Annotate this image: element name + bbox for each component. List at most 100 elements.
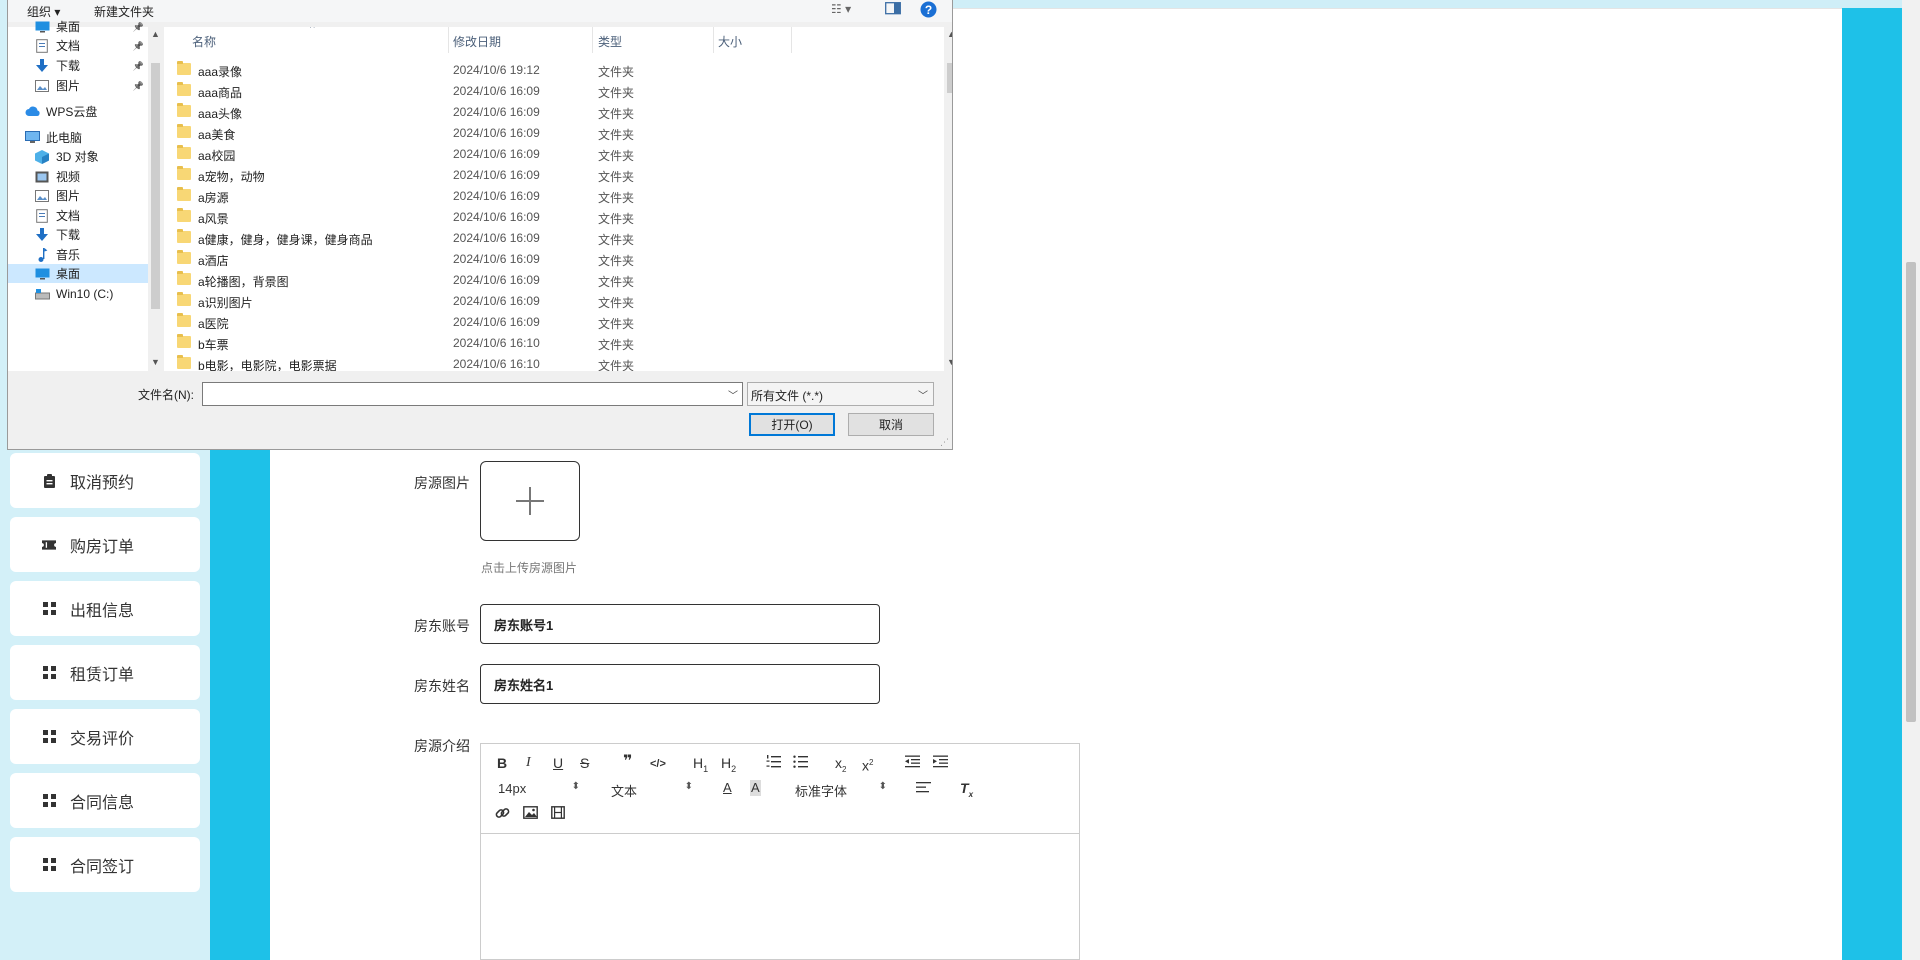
file-row[interactable]: a房源 2024/10/6 16:09 文件夹 bbox=[164, 186, 944, 207]
sidebar-item-contract-signing[interactable]: 合同签订 bbox=[10, 837, 200, 892]
sidebar-item-lease-orders[interactable]: 租赁订单 bbox=[10, 645, 200, 700]
font-size-select[interactable]: 14px ⬍ bbox=[498, 781, 580, 797]
file-row[interactable]: a识别图片 2024/10/6 16:09 文件夹 bbox=[164, 291, 944, 312]
nav-item[interactable]: 文档 📌 bbox=[8, 36, 148, 55]
file-row[interactable]: b车票 2024/10/6 16:10 文件夹 bbox=[164, 333, 944, 354]
grid-icon bbox=[42, 858, 56, 872]
filename-input[interactable]: ﹀ bbox=[202, 382, 743, 406]
scroll-down-icon[interactable]: ▼ bbox=[947, 357, 952, 367]
file-scrollbar[interactable]: ▲ ▼ bbox=[944, 27, 952, 371]
italic-button[interactable]: I bbox=[526, 755, 531, 771]
landlord-name-input[interactable]: 房东姓名1 bbox=[480, 664, 880, 704]
nav-item[interactable]: WPS云盘 bbox=[8, 102, 148, 121]
column-divider[interactable] bbox=[713, 27, 714, 53]
background-color-icon[interactable]: A bbox=[750, 780, 761, 796]
file-type-select[interactable]: 所有文件 (*.*) ﹀ bbox=[747, 382, 934, 406]
sidebar-item-label: 租赁订单 bbox=[70, 666, 135, 684]
pictures-icon bbox=[34, 189, 50, 203]
resize-grip-icon[interactable]: ⋰ bbox=[940, 437, 950, 447]
file-row[interactable]: aa校园 2024/10/6 16:09 文件夹 bbox=[164, 144, 944, 165]
font-color-icon[interactable]: A bbox=[723, 780, 732, 796]
help-icon[interactable]: ? bbox=[920, 1, 937, 21]
file-row[interactable]: b电影，电影院，电影票据 2024/10/6 16:10 文件夹 bbox=[164, 354, 944, 371]
outdent-icon[interactable] bbox=[905, 755, 920, 771]
open-button[interactable]: 打开(O) bbox=[749, 413, 835, 436]
subscript-button[interactable]: x2 bbox=[835, 755, 846, 778]
file-row[interactable]: a风景 2024/10/6 16:09 文件夹 bbox=[164, 207, 944, 228]
bullet-list-icon[interactable] bbox=[793, 755, 808, 771]
file-row[interactable]: aaa头像 2024/10/6 16:09 文件夹 bbox=[164, 102, 944, 123]
file-row[interactable]: aa美食 2024/10/6 16:09 文件夹 bbox=[164, 123, 944, 144]
file-row[interactable]: a宠物，动物 2024/10/6 16:09 文件夹 bbox=[164, 165, 944, 186]
nav-item-label: Win10 (C:) bbox=[56, 286, 114, 301]
preview-pane-icon[interactable] bbox=[885, 1, 901, 18]
nav-item[interactable]: 音乐 bbox=[8, 245, 148, 264]
video-icon[interactable] bbox=[551, 806, 565, 822]
nav-item[interactable]: 桌面 📌 bbox=[8, 17, 148, 36]
column-header-type[interactable]: 类型 bbox=[598, 33, 622, 50]
file-row[interactable]: a健康，健身，健身课，健身商品 2024/10/6 16:09 文件夹 bbox=[164, 228, 944, 249]
nav-item[interactable]: 文档 bbox=[8, 206, 148, 225]
file-row[interactable]: a医院 2024/10/6 16:09 文件夹 bbox=[164, 312, 944, 333]
column-header-size[interactable]: 大小 bbox=[718, 33, 742, 50]
nav-item[interactable]: 视频 bbox=[8, 167, 148, 186]
block-format-select[interactable]: 文本 ⬍ bbox=[611, 781, 693, 799]
column-divider[interactable] bbox=[448, 27, 449, 53]
sidebar-item-purchase-orders[interactable]: 购房订单 bbox=[10, 517, 200, 572]
nav-item[interactable]: 3D 对象 bbox=[8, 147, 148, 166]
align-icon[interactable] bbox=[916, 781, 931, 797]
scroll-up-icon[interactable]: ▲ bbox=[947, 29, 952, 39]
nav-item[interactable]: 下载 📌 bbox=[8, 56, 148, 75]
heading2-button[interactable]: H2 bbox=[721, 755, 736, 777]
clear-format-icon[interactable]: Tx bbox=[960, 780, 973, 803]
nav-item[interactable]: 此电脑 bbox=[8, 128, 148, 147]
column-divider[interactable] bbox=[791, 27, 792, 53]
nav-item[interactable]: 图片 bbox=[8, 186, 148, 205]
strike-button[interactable]: S bbox=[580, 755, 589, 771]
image-icon[interactable] bbox=[523, 806, 538, 822]
font-size-value: 14px bbox=[498, 781, 527, 796]
font-family-value: 标准字体 bbox=[795, 784, 848, 799]
scroll-down-icon[interactable]: ▼ bbox=[151, 357, 160, 367]
image-upload-button[interactable] bbox=[480, 461, 580, 541]
sidebar-item-trade-reviews[interactable]: 交易评价 bbox=[10, 709, 200, 764]
ordered-list-icon[interactable] bbox=[766, 755, 781, 771]
code-icon[interactable]: </> bbox=[650, 756, 666, 772]
folder-icon bbox=[177, 250, 191, 264]
underline-button[interactable]: U bbox=[553, 755, 563, 771]
nav-item[interactable]: 桌面 bbox=[8, 264, 148, 283]
indent-icon[interactable] bbox=[933, 755, 948, 771]
blockquote-icon[interactable]: ❞ bbox=[623, 754, 632, 770]
file-row[interactable]: aaa商品 2024/10/6 16:09 文件夹 bbox=[164, 81, 944, 102]
file-row[interactable]: a酒店 2024/10/6 16:09 文件夹 bbox=[164, 249, 944, 270]
page-scrollbar-thumb[interactable] bbox=[1906, 262, 1916, 722]
editor-body[interactable] bbox=[481, 835, 1079, 959]
column-header-name[interactable]: 名称 bbox=[192, 33, 216, 50]
nav-scrollbar[interactable]: ▲ ▼ bbox=[148, 27, 163, 371]
chevron-down-icon[interactable]: ﹀ bbox=[728, 387, 738, 402]
link-icon[interactable] bbox=[495, 806, 510, 823]
view-options-icon[interactable]: ☷ ▾ bbox=[831, 2, 851, 16]
sidebar-item-rental-info[interactable]: 出租信息 bbox=[10, 581, 200, 636]
nav-item[interactable]: 图片 📌 bbox=[8, 76, 148, 95]
landlord-account-input[interactable]: 房东账号1 bbox=[480, 604, 880, 644]
cancel-button[interactable]: 取消 bbox=[848, 413, 934, 436]
font-family-select[interactable]: 标准字体 ⬍ bbox=[795, 781, 887, 799]
file-scrollbar-thumb[interactable] bbox=[947, 63, 952, 93]
file-name: a风景 bbox=[198, 212, 229, 226]
superscript-button[interactable]: x2 bbox=[862, 755, 873, 774]
nav-scrollbar-thumb[interactable] bbox=[151, 63, 160, 309]
heading1-button[interactable]: H1 bbox=[693, 755, 708, 777]
sidebar-item-cancel-appointment[interactable]: 取消预约 bbox=[10, 453, 200, 508]
column-divider[interactable] bbox=[592, 27, 593, 53]
bold-button[interactable]: B bbox=[497, 755, 507, 771]
sidebar-item-contract-info[interactable]: 合同信息 bbox=[10, 773, 200, 828]
file-row[interactable]: aaa录像 2024/10/6 19:12 文件夹 bbox=[164, 60, 944, 81]
scroll-up-icon[interactable]: ▲ bbox=[151, 29, 160, 39]
page-scrollbar[interactable] bbox=[1902, 0, 1920, 960]
file-date: 2024/10/6 16:09 bbox=[453, 189, 540, 203]
file-row[interactable]: a轮播图，背景图 2024/10/6 16:09 文件夹 bbox=[164, 270, 944, 291]
nav-item[interactable]: Win10 (C:) bbox=[8, 284, 148, 303]
nav-item[interactable]: 下载 bbox=[8, 225, 148, 244]
column-header-date[interactable]: 修改日期 bbox=[453, 33, 501, 50]
